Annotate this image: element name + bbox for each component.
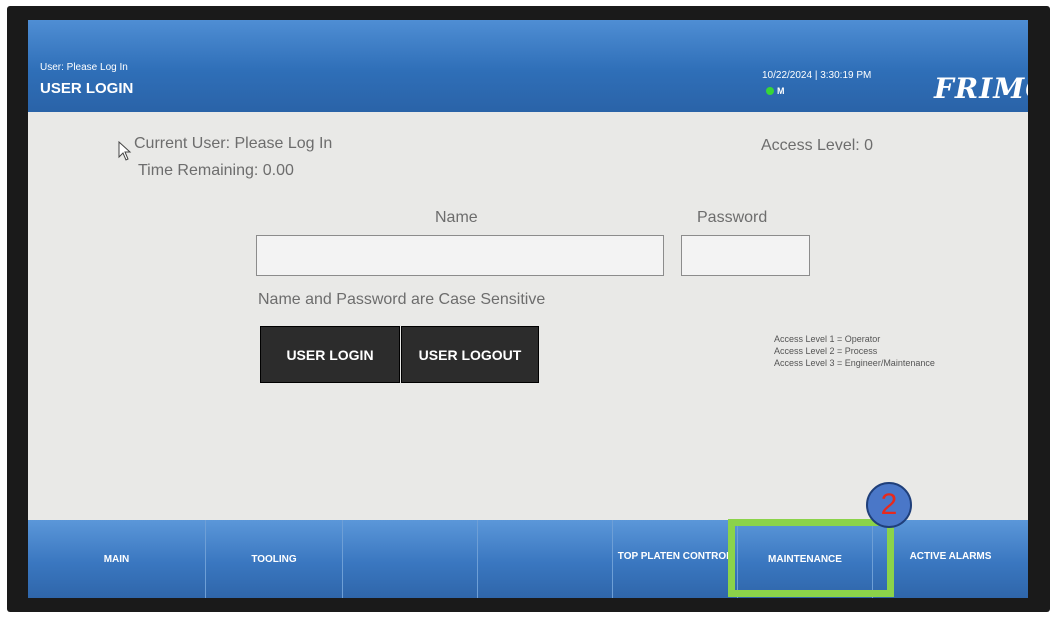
access-level-label: Access Level: 0 — [761, 137, 874, 154]
user-login-button[interactable]: USER LOGIN — [260, 326, 400, 383]
mouse-pointer-icon — [118, 141, 132, 161]
user-logout-button[interactable]: USER LOGOUT — [401, 326, 539, 383]
header-user-status: User: Please Log In — [40, 62, 128, 73]
access-level-legend: Access Level 1 = Operator Access Level 2… — [774, 333, 935, 369]
case-sensitive-note: Name and Password are Case Sensitive — [258, 291, 546, 308]
password-input[interactable] — [681, 235, 810, 276]
legend-line: Access Level 1 = Operator — [774, 334, 881, 344]
page-title: USER LOGIN — [40, 80, 134, 97]
header-mode: M — [777, 86, 785, 96]
frimo-logo: FRIMO — [934, 72, 1028, 105]
time-remaining-label: Time Remaining: 0.00 — [138, 162, 294, 179]
legend-line: Access Level 2 = Process — [774, 346, 878, 356]
header-bar: User: Please Log In USER LOGIN 10/22/202… — [28, 20, 1028, 112]
name-label: Name — [435, 209, 478, 226]
nav-blank-2[interactable] — [478, 520, 613, 598]
nav-top-platen-control[interactable]: TOP PLATEN CONTROL — [613, 520, 738, 598]
nav-blank-1[interactable] — [343, 520, 478, 598]
step-number-badge: 2 — [866, 482, 912, 528]
password-label: Password — [697, 209, 768, 226]
nav-tooling[interactable]: TOOLING — [206, 520, 343, 598]
legend-line: Access Level 3 = Engineer/Maintenance — [774, 358, 935, 368]
maintenance-highlight-box — [728, 519, 894, 597]
nav-active-alarms[interactable]: ACTIVE ALARMS — [873, 520, 1028, 598]
nav-main[interactable]: MAIN — [28, 520, 206, 598]
status-indicator-icon — [766, 87, 774, 95]
header-datetime: 10/22/2024 | 3:30:19 PM — [762, 70, 872, 81]
current-user-label: Current User: Please Log In — [134, 135, 333, 152]
name-input[interactable] — [256, 235, 664, 276]
